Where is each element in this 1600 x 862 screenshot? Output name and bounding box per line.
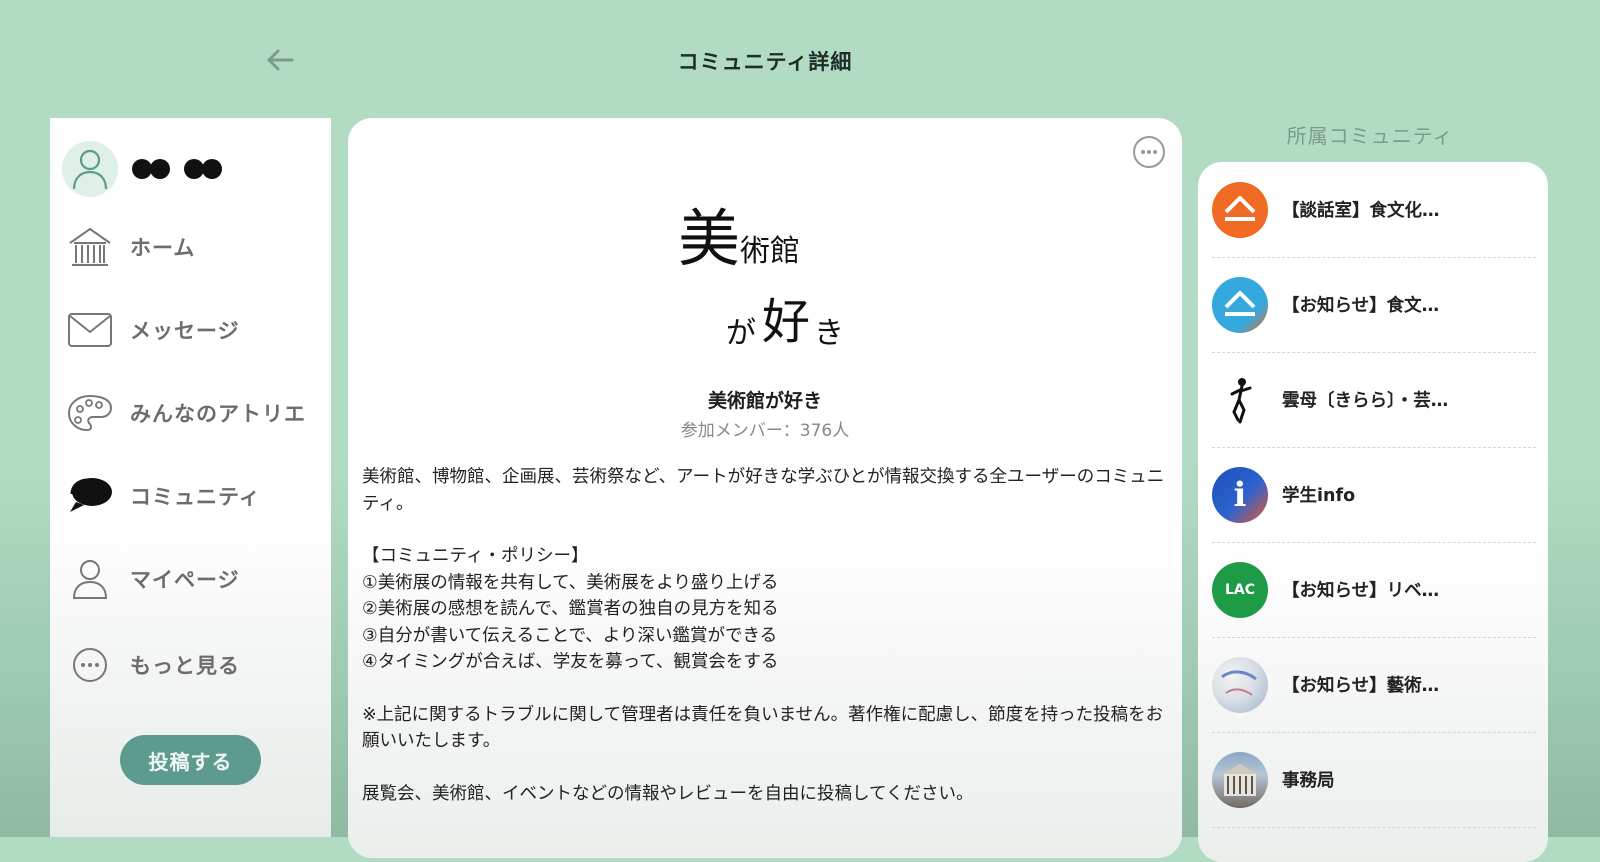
logo-text-part: き	[814, 316, 844, 351]
building-photo-icon	[1212, 751, 1268, 808]
community-name: 【お知らせ】藝術…	[1282, 676, 1440, 696]
community-name: 【お知らせ】食文…	[1282, 296, 1440, 316]
community-name: 美術館が好き	[707, 390, 822, 412]
community-list-item[interactable]: 雲母〔きらら〕・芸…	[1212, 352, 1536, 448]
avatar[interactable]	[62, 141, 118, 197]
policy-heading: 【コミュニティ・ポリシー】	[362, 546, 589, 566]
community-list-item[interactable]: LAC 【お知らせ】リベ…	[1212, 542, 1536, 638]
member-count: 参加メンバー：376人	[680, 421, 850, 441]
back-button[interactable]	[262, 42, 298, 78]
lac-logo-icon: LAC	[1212, 561, 1268, 618]
description-paragraph: 美術館、博物館、企画展、芸術祭など、アートが好きな学ぶひとが情報交換する全ユーザ…	[362, 467, 1165, 514]
post-button[interactable]: 投稿する	[120, 735, 261, 785]
arrow-left-icon	[267, 49, 294, 71]
top-bar: コミュニティ詳細	[0, 0, 1600, 115]
policy-item: ③自分が書いて伝えることで、より深い鑑賞ができる	[362, 625, 778, 646]
community-list-item[interactable]: 事務局	[1212, 732, 1536, 828]
community-list-item[interactable]: 【お知らせ】藝術…	[1212, 637, 1536, 733]
sidebar-item-label: メッセージ	[130, 319, 240, 343]
masked-name-part	[132, 159, 170, 179]
sidebar-item-atelier[interactable]: みんなのアトリエ	[66, 388, 306, 438]
community-list-item[interactable]: i 学生info	[1212, 447, 1536, 543]
logo-text-part: が	[726, 316, 756, 351]
sidebar-item-label: みんなのアトリエ	[130, 402, 306, 426]
community-name: 【お知らせ】リベ…	[1282, 581, 1440, 601]
community-name: 雲母〔きらら〕・芸…	[1282, 391, 1449, 411]
policy-item: ①美術展の情報を共有して、美術展をより盛り上げる	[362, 572, 779, 593]
community-name: 学生info	[1282, 486, 1356, 506]
user-avatar-icon	[72, 149, 108, 190]
sidebar-item-label: もっと見る	[130, 654, 240, 678]
palette-icon	[66, 389, 114, 437]
user-profile[interactable]: ●● ●●	[62, 140, 230, 198]
art-photo-icon	[1212, 656, 1268, 713]
more-horizontal-icon	[1133, 136, 1165, 168]
sidebar-item-messages[interactable]: メッセージ	[66, 305, 240, 355]
joined-communities-title: 所属コミュニティ	[1286, 124, 1454, 148]
home-icon	[66, 223, 114, 271]
community-list-item[interactable]: 【お知らせ】食文…	[1212, 257, 1536, 353]
community-name: 事務局	[1282, 771, 1335, 791]
lac-badge-text: LAC	[1224, 581, 1256, 598]
disclaimer-paragraph: ※上記に関するトラブルに関して管理者は責任を負いません。著作権に配慮し、節度を持…	[362, 704, 1164, 752]
joined-communities-panel: 【談話室】食文化… 【お知らせ】食文… 雲母〔きらら〕・芸… i 学生info …	[1198, 162, 1548, 862]
logo-text-part: 美	[678, 202, 741, 275]
sidebar-item-mypage[interactable]: マイページ	[66, 554, 240, 604]
more-options-button[interactable]	[1132, 135, 1166, 169]
policy-item: ④タイミングが合えば、学友を募って、観賞会をする	[362, 652, 779, 672]
figure-drawing-icon	[1212, 371, 1268, 428]
community-description: 美術館、博物館、企画展、芸術祭など、アートが好きな学ぶひとが情報交換する全ユーザ…	[362, 464, 1168, 807]
sidebar-item-community[interactable]: コミュニティ	[66, 471, 261, 521]
chat-bubbles-icon	[66, 472, 114, 520]
sidebar-item-label: マイページ	[130, 568, 240, 592]
person-icon	[66, 555, 114, 603]
policy-item: ②美術展の感想を読んで、鑑賞者の独自の見方を知る	[362, 599, 779, 619]
community-name: 【談話室】食文化…	[1282, 201, 1440, 221]
blue-house-logo-icon	[1212, 276, 1268, 333]
community-detail-card: 美 術館 が 好 き 美術館が好き 参加メンバー：376人 美術館、博物館、企画…	[348, 118, 1182, 858]
sidebar-item-home[interactable]: ホーム	[66, 222, 195, 272]
description-paragraph: 展覧会、美術館、イベントなどの情報やレビューを自由に投稿してください。	[362, 783, 974, 804]
info-badge-text: i	[1233, 474, 1247, 515]
masked-name-part	[184, 159, 222, 179]
user-name-masked: ●● ●●	[132, 159, 230, 179]
more-horizontal-icon	[66, 641, 114, 689]
sidebar-item-more[interactable]: もっと見る	[66, 640, 240, 690]
logo-text-part: 術館	[740, 234, 800, 269]
community-list-item[interactable]: 【談話室】食文化…	[1212, 162, 1536, 258]
info-icon: i	[1212, 466, 1268, 523]
mail-icon	[66, 306, 114, 354]
page-title: コミュニティ詳細	[677, 50, 853, 74]
sidebar: ●● ●● ホーム メッセージ	[50, 118, 331, 837]
orange-house-logo-icon	[1212, 181, 1268, 238]
sidebar-item-label: コミュニティ	[130, 485, 261, 509]
logo-text-part: 好	[762, 294, 811, 350]
sidebar-item-label: ホーム	[130, 236, 196, 260]
community-logo: 美 術館 が 好 き	[678, 204, 878, 364]
